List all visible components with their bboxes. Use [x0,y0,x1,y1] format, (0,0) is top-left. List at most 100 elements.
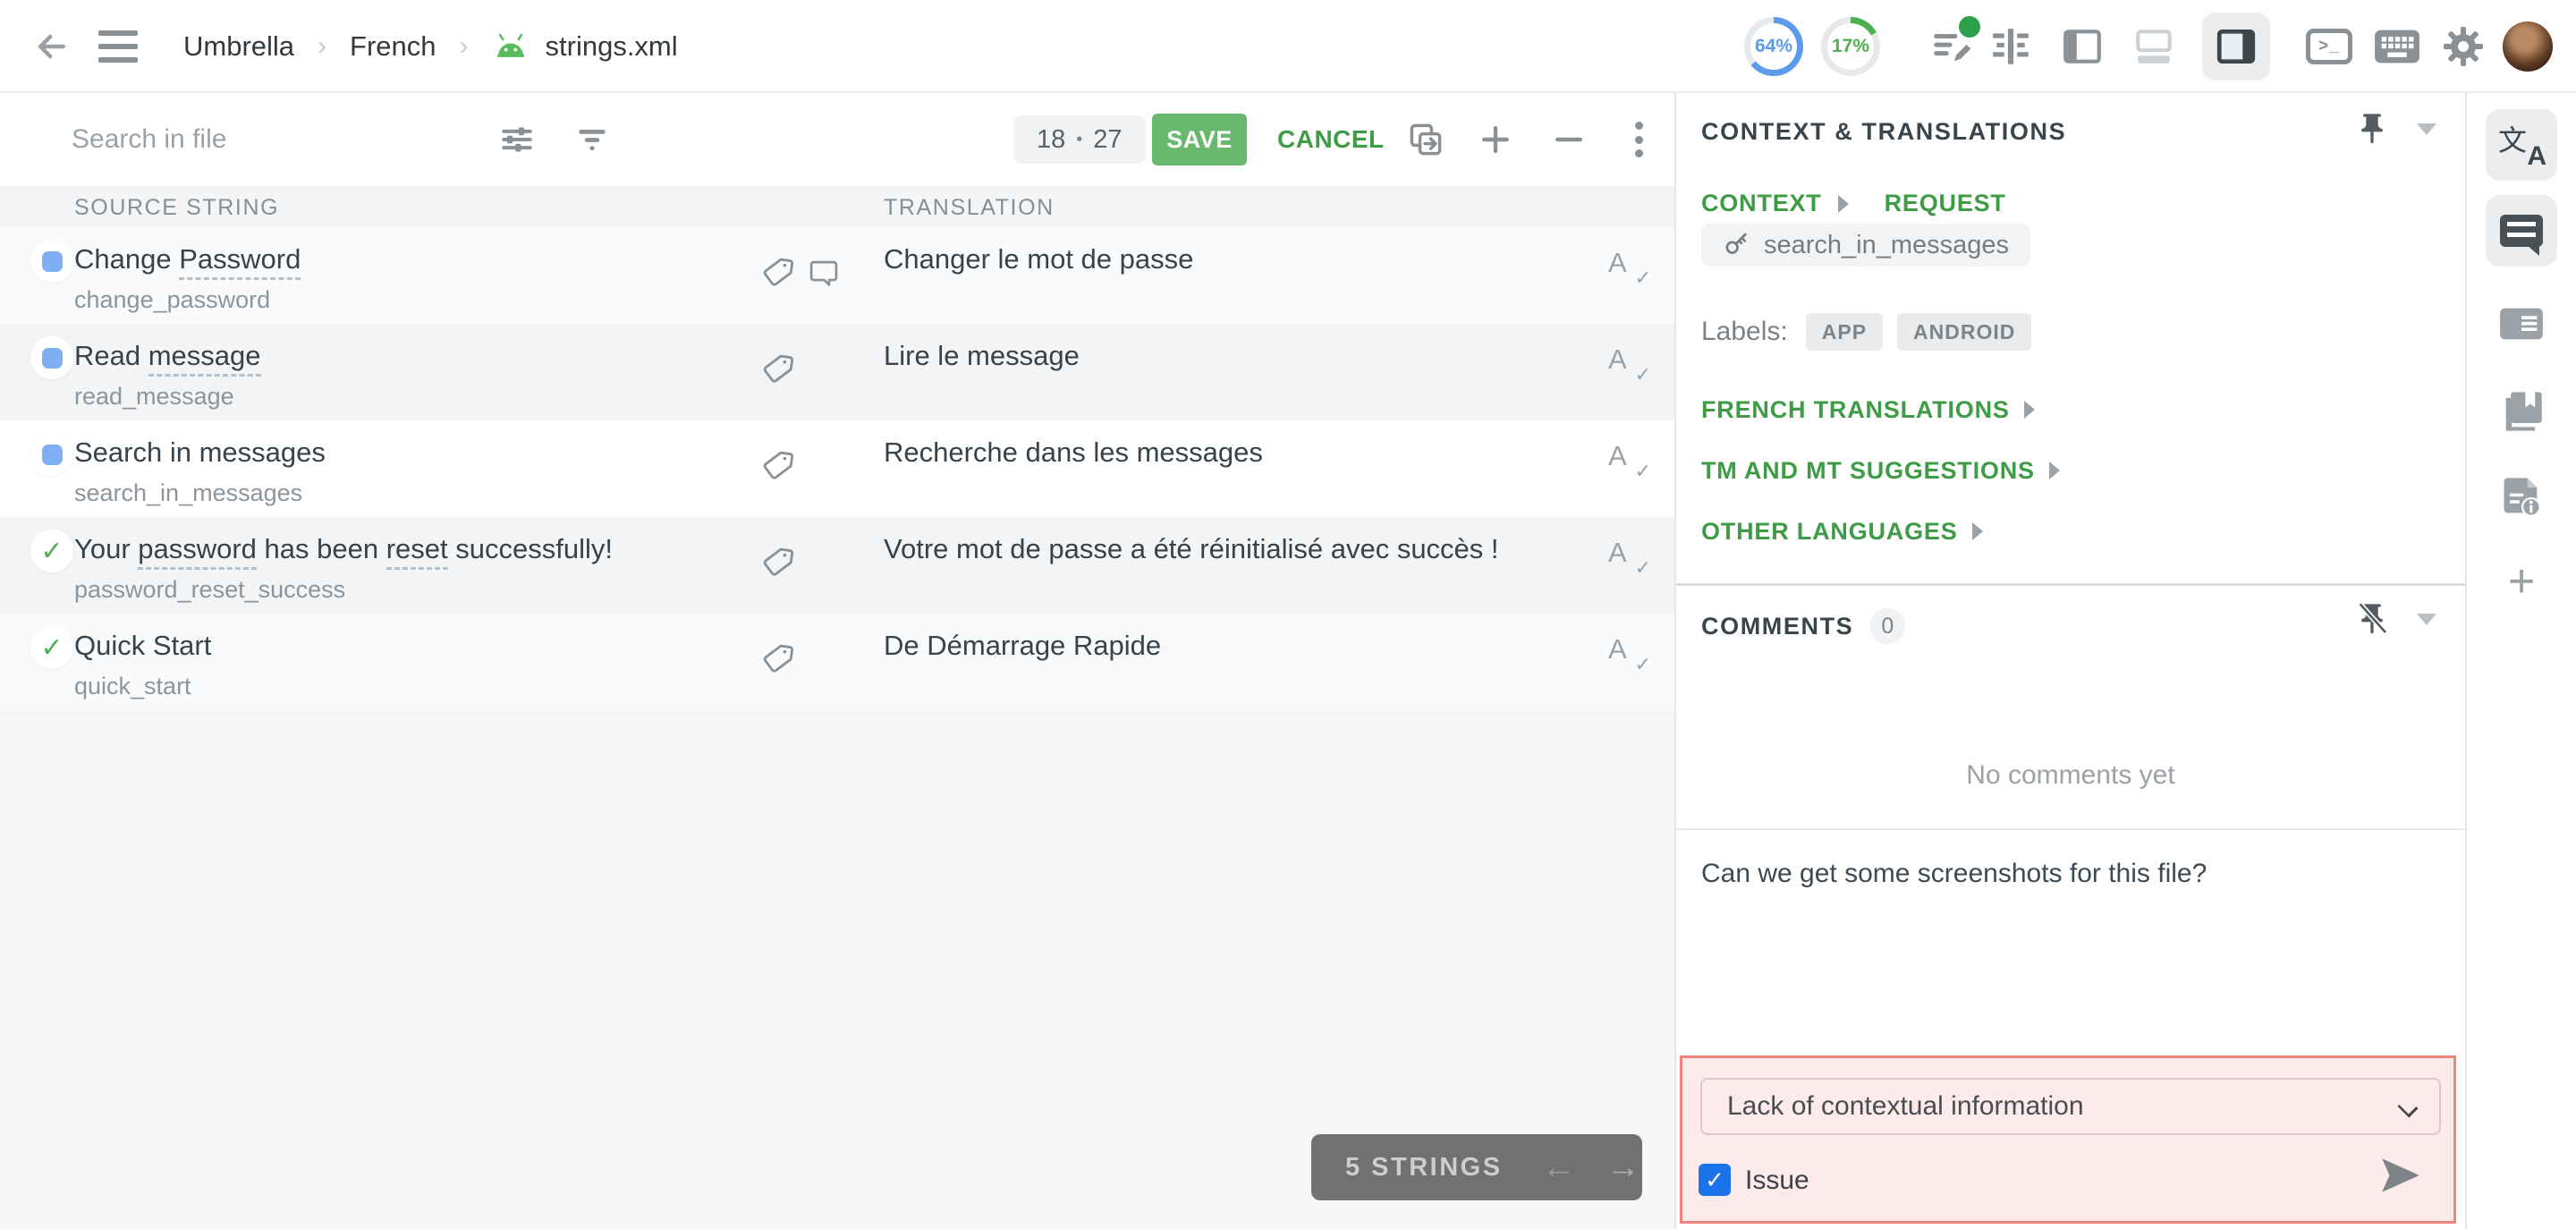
filter-strings-icon[interactable] [572,120,612,159]
section-divider [1676,583,2465,586]
translation-queue-icon[interactable] [1928,16,1980,70]
translation-text[interactable]: Changer le mot de passe [884,243,1193,275]
rail-item-translations[interactable]: 文A [2486,109,2557,181]
keyboard-shortcuts-icon[interactable] [2374,23,2420,70]
rail-item-add[interactable]: + [2486,546,2557,617]
table-row[interactable]: Change Password change_password Changer … [0,227,1674,324]
source-string-text: Search in messages [74,437,326,468]
table-row[interactable]: Search in messages search_in_messages Re… [0,420,1674,517]
rail-item-glossary[interactable] [2486,376,2557,447]
back-arrow-icon[interactable] [32,27,72,66]
rail-item-comments[interactable] [2486,195,2557,267]
console-icon[interactable]: >_ [2306,23,2352,70]
request-context-button[interactable]: REQUEST [1885,190,2006,217]
table-row[interactable]: Read message read_message Lire le messag… [0,324,1674,420]
unpin-panel-icon[interactable] [2354,601,2390,637]
notification-dot [1959,16,1980,38]
top-bar-actions: 64% 17% >_ [1744,0,2576,93]
rail-item-context[interactable] [2486,288,2557,360]
panel-section-link[interactable]: OTHER LANGUAGES [1701,501,2060,562]
breadcrumb-file[interactable]: strings.xml [546,30,678,63]
advanced-filters-icon[interactable] [497,120,537,159]
pin-panel-icon[interactable] [2354,111,2390,147]
tag-icon[interactable] [760,351,796,386]
context-panel: CONTEXT & TRANSLATIONS CONTEXT REQUEST s… [1676,93,2465,1229]
strings-table: Change Password change_password Changer … [0,227,1674,710]
glossary-books-icon [2505,392,2542,431]
issue-checkbox[interactable]: ✓ [1699,1164,1731,1196]
translated-progress-ring[interactable]: 64% [1744,17,1803,76]
settings-gear-icon[interactable] [2440,23,2487,70]
tag-icon[interactable] [760,254,796,290]
spellcheck-icon[interactable]: A ✓ [1608,247,1651,289]
tag-icon[interactable] [760,544,796,580]
translation-text[interactable]: Recherche dans les messages [884,437,1263,469]
translation-editor-app: Umbrella › French › strings.xml 64% 17% [0,0,2576,1229]
source-string-text: Change Password [74,243,301,280]
collapse-caret-icon[interactable] [2417,614,2436,625]
search-input[interactable] [72,114,447,165]
string-key-value: search_in_messages [1764,230,2010,259]
context-panel-title: CONTEXT & TRANSLATIONS [1701,118,2067,145]
expand-arrow-icon [2023,401,2035,419]
section-link-label: TM AND MT SUGGESTIONS [1701,456,2035,484]
spellcheck-icon[interactable]: A ✓ [1608,633,1651,675]
panel-section-link[interactable]: FRENCH TRANSLATIONS [1701,379,2060,440]
translation-text[interactable]: De Démarrage Rapide [884,630,1161,662]
expand-arrow-icon [1837,194,1849,213]
tab-context[interactable]: CONTEXT [1701,190,1822,217]
collapse-caret-icon[interactable] [2417,123,2436,135]
section-link-label: OTHER LANGUAGES [1701,517,1958,545]
comments-count-badge: 0 [1869,608,1906,644]
view-left-panel-icon[interactable] [2059,23,2106,70]
view-side-by-side-icon[interactable] [1987,23,2034,70]
issue-type-select[interactable]: Lack of contextual information [1700,1078,2441,1135]
table-row[interactable]: ✓ Quick Start quick_start De Démarrage R… [0,614,1674,710]
save-button[interactable]: SAVE [1152,114,1247,165]
zoom-in-icon[interactable] [1476,120,1515,159]
labels-caption: Labels: [1701,317,1788,346]
rail-item-file-info[interactable] [2486,462,2557,533]
spellcheck-icon[interactable]: A ✓ [1608,440,1651,482]
string-key: change_password [74,286,271,313]
breadcrumb-language[interactable]: French [350,30,436,63]
section-link-label: FRENCH TRANSLATIONS [1701,395,2010,423]
chevron-right-icon: › [318,31,327,61]
labels-row: Labels: APP ANDROID [1701,313,2032,351]
view-right-panel-button[interactable] [2202,13,2270,81]
tag-icon[interactable] [760,447,796,483]
approved-progress-ring[interactable]: 17% [1821,17,1880,76]
breadcrumb: Umbrella › French › strings.xml [183,0,678,93]
strings-count-label: 5 STRINGS [1345,1152,1503,1182]
send-comment-icon[interactable] [2375,1153,2427,1198]
file-info-icon [2504,478,2541,517]
more-options-icon[interactable] [1630,118,1648,161]
next-page-icon[interactable]: → [1606,1148,1640,1187]
comment-bubble-icon[interactable] [807,256,841,290]
list-toolbar: 18 • 27 SAVE CANCEL [0,93,1674,186]
panel-section-link[interactable]: TM AND MT SUGGESTIONS [1701,440,2060,501]
cancel-button[interactable]: CANCEL [1277,125,1385,154]
tag-icon[interactable] [760,640,796,676]
user-avatar[interactable] [2503,21,2553,72]
previous-page-icon[interactable]: ← [1542,1148,1576,1187]
string-key: search_in_messages [74,479,303,506]
translation-text[interactable]: Votre mot de passe a été réinitialisé av… [884,533,1499,565]
total-strings: 27 [1093,124,1123,154]
breadcrumb-project[interactable]: Umbrella [183,30,294,63]
copy-source-icon[interactable] [1406,120,1445,159]
comments-title: COMMENTS [1701,612,1854,640]
spellcheck-icon[interactable]: A ✓ [1608,343,1651,386]
expand-arrow-icon [2048,462,2060,479]
comment-input[interactable]: Can we get some screenshots for this fil… [1701,859,2381,889]
table-row[interactable]: ✓ Your password has been reset successfu… [0,517,1674,614]
view-horizontal-split-icon[interactable] [2131,23,2177,70]
string-key-pill[interactable]: search_in_messages [1701,224,2031,267]
table-header: SOURCE STRING TRANSLATION [0,186,1674,227]
translation-text[interactable]: Lire le message [884,340,1080,372]
strings-pager[interactable]: 5 STRINGS ← → [1311,1134,1642,1200]
spellcheck-icon[interactable]: A ✓ [1608,537,1651,579]
menu-icon[interactable] [98,30,138,63]
context-tabs: CONTEXT REQUEST [1701,190,2006,217]
zoom-out-icon[interactable] [1549,120,1589,159]
